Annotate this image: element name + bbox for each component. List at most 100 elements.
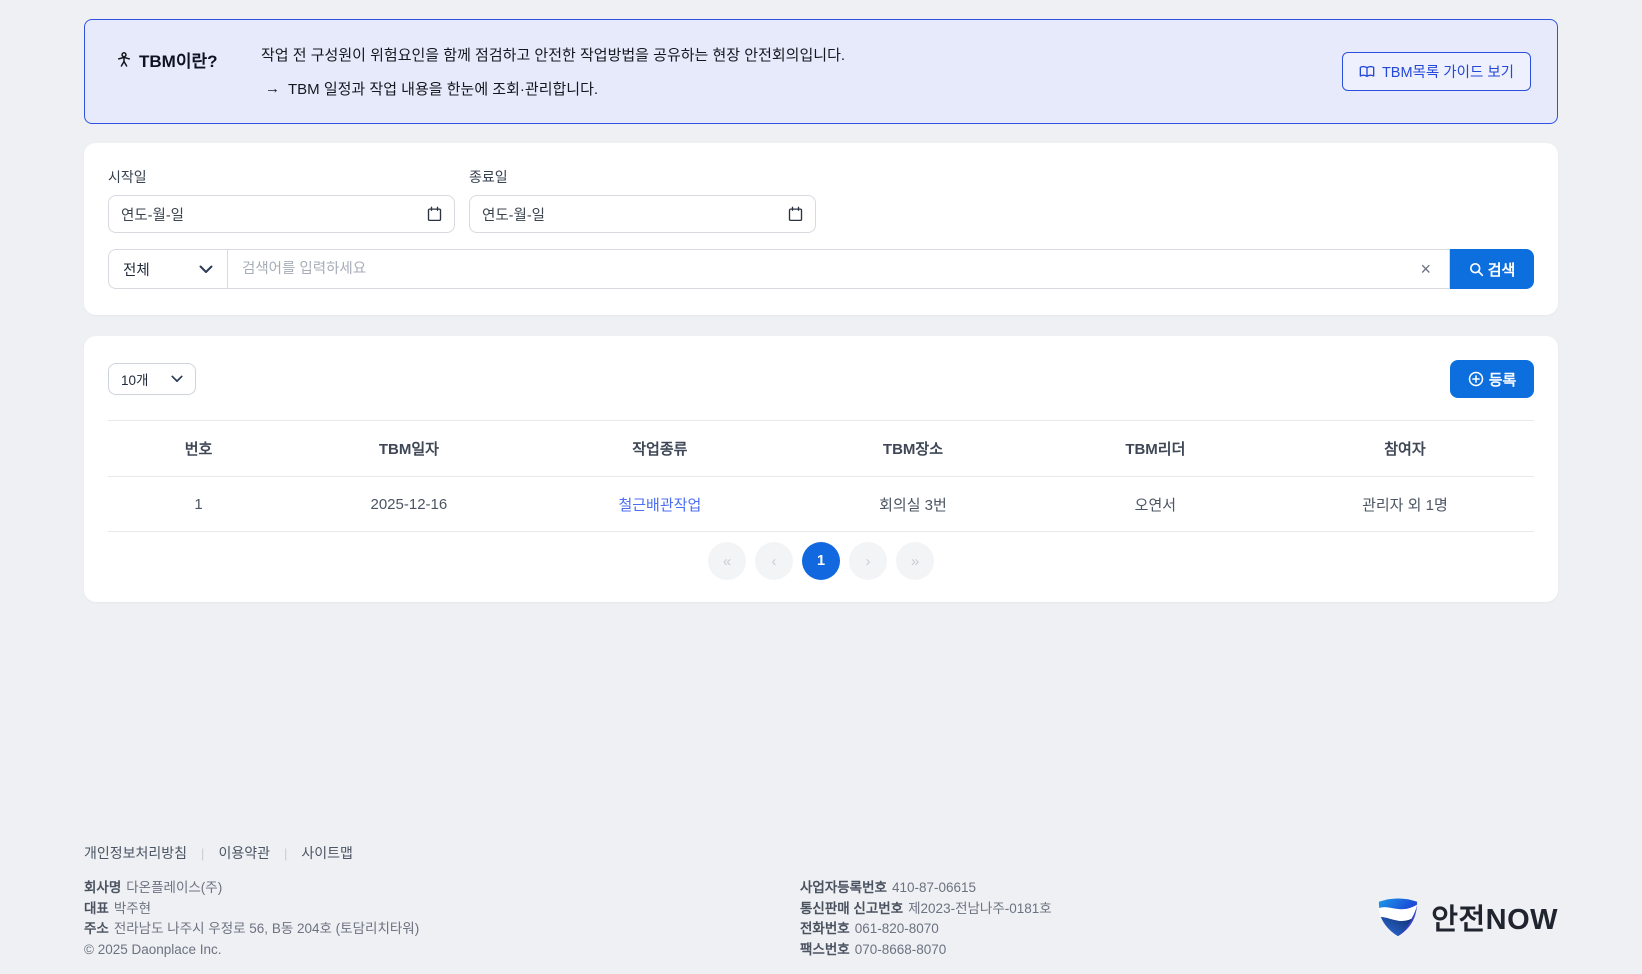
biz-reg-label: 사업자등록번호 xyxy=(800,880,887,895)
cell-leader: 오연서 xyxy=(1035,477,1276,532)
banner-line2: → TBM 일정과 작업 내용을 한눈에 조회·관리합니다. xyxy=(261,78,1342,99)
col-header-no: 번호 xyxy=(108,421,289,477)
company-name-label: 회사명 xyxy=(84,880,121,895)
page-size-select[interactable]: 10개 xyxy=(108,363,196,395)
pagination: « ‹ 1 › » xyxy=(108,542,1534,580)
col-header-leader: TBM리더 xyxy=(1035,421,1276,477)
biz-reg-value: 410-87-06615 xyxy=(892,880,976,895)
col-header-work-type: 작업종류 xyxy=(529,421,791,477)
search-button[interactable]: 검색 xyxy=(1450,249,1534,289)
footer-links: 개인정보처리방침 | 이용약관 | 사이트맵 xyxy=(84,843,1558,863)
fax-value: 070-8668-8070 xyxy=(855,942,947,957)
safety-now-logo-icon xyxy=(1375,896,1421,938)
address-label: 주소 xyxy=(84,921,109,936)
fax-label: 팩스번호 xyxy=(800,942,850,957)
cell-participants: 관리자 외 1명 xyxy=(1276,477,1534,532)
col-header-date: TBM일자 xyxy=(289,421,529,477)
end-date-field: 종료일 연도-월-일 xyxy=(469,167,816,233)
cell-work-type: 철근배관작업 xyxy=(529,477,791,532)
start-date-field: 시작일 연도-월-일 xyxy=(108,167,455,233)
tbm-table: 번호 TBM일자 작업종류 TBM장소 TBM리더 참여자 1 2025-12-… xyxy=(108,420,1534,532)
calendar-icon[interactable] xyxy=(788,206,803,222)
search-button-label: 검색 xyxy=(1488,259,1516,280)
tbm-guide-button[interactable]: TBM목록 가이드 보기 xyxy=(1342,52,1531,91)
pagination-next-button[interactable]: › xyxy=(849,542,887,580)
pagination-last-button[interactable]: » xyxy=(896,542,934,580)
safety-now-logo-text: 안전NOW xyxy=(1431,896,1558,938)
cell-place: 회의실 3번 xyxy=(791,477,1035,532)
cell-no: 1 xyxy=(108,477,289,532)
banner-description: 작업 전 구성원이 위험요인을 함께 점검하고 안전한 작업방법을 공유하는 현… xyxy=(261,44,1342,99)
search-input[interactable] xyxy=(242,261,1416,277)
end-date-value: 연도-월-일 xyxy=(482,204,545,225)
company-name-line: 회사명 다온플레이스(주) xyxy=(84,878,800,899)
footer-company-info: 회사명 다온플레이스(주) 대표 박주현 주소 전라남도 나주시 우정로 56, B동… xyxy=(84,878,800,960)
tbm-list-card: 10개 등록 번호 TBM일자 작업종 xyxy=(84,336,1558,602)
book-icon xyxy=(1359,65,1375,79)
plus-circle-icon xyxy=(1468,371,1484,387)
company-name-value: 다온플레이스(주) xyxy=(126,880,222,895)
list-controls: 10개 등록 xyxy=(108,360,1534,398)
ceo-value: 박주현 xyxy=(114,901,151,916)
search-category-select[interactable]: 전체 xyxy=(108,249,227,289)
end-date-label: 종료일 xyxy=(469,167,816,187)
biz-reg-line: 사업자등록번호 410-87-06615 xyxy=(800,878,1375,899)
footer: 개인정보처리방침 | 이용약관 | 사이트맵 회사명 다온플레이스(주) 대표 박주… xyxy=(0,602,1642,974)
fax-line: 팩스번호 070-8668-8070 xyxy=(800,940,1375,961)
cell-date: 2025-12-16 xyxy=(289,477,529,532)
pagination-page-1-button[interactable]: 1 xyxy=(802,542,840,580)
footer-business-info: 사업자등록번호 410-87-06615 통신판매 신고번호 제2023-전남나주-… xyxy=(800,878,1375,960)
table-header-row: 번호 TBM일자 작업종류 TBM장소 TBM리더 참여자 xyxy=(108,421,1534,477)
pagination-first-button[interactable]: « xyxy=(708,542,746,580)
address-value: 전라남도 나주시 우정로 56, B동 204호 (토담리치타워) xyxy=(114,921,419,936)
chevron-down-icon xyxy=(171,375,183,383)
mail-order-line: 통신판매 신고번호 제2023-전남나주-0181호 xyxy=(800,899,1375,920)
calendar-icon[interactable] xyxy=(427,206,442,222)
clear-search-button[interactable]: × xyxy=(1416,258,1435,280)
col-header-place: TBM장소 xyxy=(791,421,1035,477)
ceo-label: 대표 xyxy=(84,901,109,916)
search-filter-card: 시작일 연도-월-일 종료일 연도-월-일 xyxy=(84,143,1558,315)
tbm-info-banner: TBM이란? 작업 전 구성원이 위험요인을 함께 점검하고 안전한 작업방법을… xyxy=(84,19,1558,124)
banner-line1: 작업 전 구성원이 위험요인을 함께 점검하고 안전한 작업방법을 공유하는 현… xyxy=(261,44,1342,65)
person-icon xyxy=(115,51,133,69)
footer-columns: 회사명 다온플레이스(주) 대표 박주현 주소 전라남도 나주시 우정로 56, B동… xyxy=(84,878,1558,960)
date-filter-row: 시작일 연도-월-일 종료일 연도-월-일 xyxy=(108,167,1534,233)
sitemap-link[interactable]: 사이트맵 xyxy=(301,843,353,863)
mail-order-label: 통신판매 신고번호 xyxy=(800,901,903,916)
search-icon xyxy=(1469,262,1484,277)
work-type-link[interactable]: 철근배관작업 xyxy=(618,497,701,514)
chevron-down-icon xyxy=(199,265,213,274)
phone-line: 전화번호 061-820-8070 xyxy=(800,919,1375,940)
banner-line2-text: TBM 일정과 작업 내용을 한눈에 조회·관리합니다. xyxy=(288,78,598,99)
ceo-line: 대표 박주현 xyxy=(84,899,800,920)
register-button-label: 등록 xyxy=(1489,369,1517,390)
privacy-policy-link[interactable]: 개인정보처리방침 xyxy=(84,843,187,863)
mail-order-value: 제2023-전남나주-0181호 xyxy=(908,901,1052,916)
arrow-icon: → xyxy=(265,80,280,97)
pagination-prev-button[interactable]: ‹ xyxy=(755,542,793,580)
footer-logo: 안전NOW xyxy=(1375,896,1558,938)
table-row: 1 2025-12-16 철근배관작업 회의실 3번 오연서 관리자 외 1명 xyxy=(108,477,1534,532)
banner-title-text: TBM이란? xyxy=(139,47,218,72)
terms-link[interactable]: 이용약관 xyxy=(218,843,270,863)
phone-value: 061-820-8070 xyxy=(855,921,939,936)
address-line: 주소 전라남도 나주시 우정로 56, B동 204호 (토담리치타워) xyxy=(84,919,800,940)
divider: | xyxy=(284,846,287,861)
page-container: TBM이란? 작업 전 구성원이 위험요인을 함께 점검하고 안전한 작업방법을… xyxy=(0,0,1642,602)
start-date-input[interactable]: 연도-월-일 xyxy=(108,195,455,233)
search-category-value: 전체 xyxy=(123,259,150,280)
divider: | xyxy=(201,846,204,861)
col-header-participants: 참여자 xyxy=(1276,421,1534,477)
end-date-input[interactable]: 연도-월-일 xyxy=(469,195,816,233)
tbm-guide-button-label: TBM목록 가이드 보기 xyxy=(1382,61,1514,82)
search-box: × xyxy=(227,249,1450,289)
search-row: 전체 × 검색 xyxy=(108,249,1534,289)
phone-label: 전화번호 xyxy=(800,921,850,936)
page-size-value: 10개 xyxy=(121,369,148,389)
start-date-value: 연도-월-일 xyxy=(121,204,184,225)
register-button[interactable]: 등록 xyxy=(1450,360,1534,398)
copyright-line: © 2025 Daonplace Inc. xyxy=(84,940,800,961)
start-date-label: 시작일 xyxy=(108,167,455,187)
banner-title: TBM이란? xyxy=(115,47,261,72)
